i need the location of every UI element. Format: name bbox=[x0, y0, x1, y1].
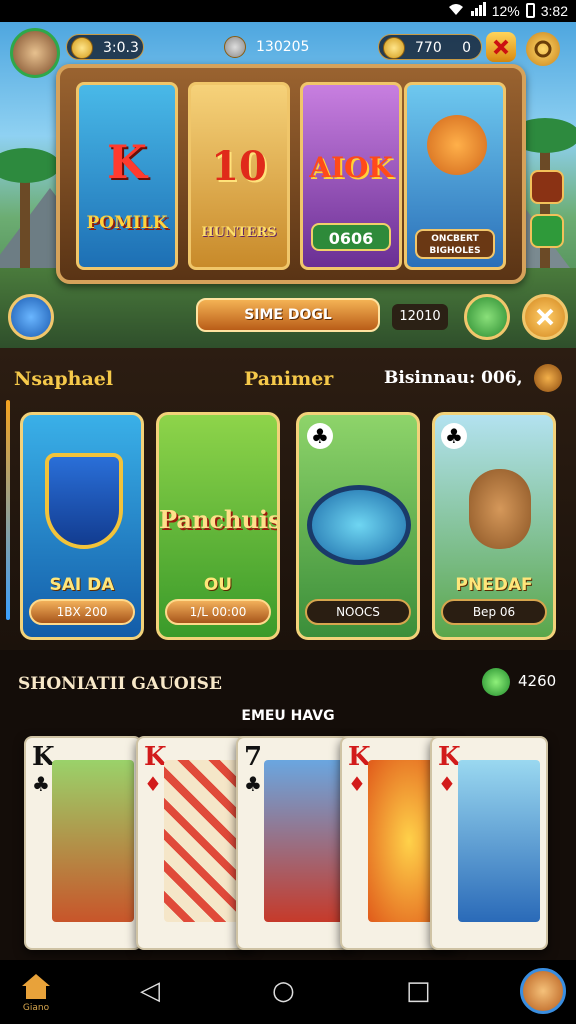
home-house-icon[interactable] bbox=[8, 294, 54, 340]
wifi-icon bbox=[448, 2, 464, 19]
game-card-1-button[interactable]: 1BX 200 bbox=[29, 599, 135, 625]
nav-home-label: Giano bbox=[22, 1003, 50, 1013]
shop-icon[interactable] bbox=[530, 170, 564, 204]
playing-card-5[interactable]: K ♦ bbox=[430, 736, 548, 950]
card-2-suit: ♦ bbox=[144, 772, 162, 796]
scroll-indicator bbox=[6, 400, 10, 620]
game-card-2[interactable]: Panchuis OU 1/L 00:00 bbox=[156, 412, 280, 640]
reward-icon[interactable] bbox=[534, 364, 562, 392]
fish-character-icon bbox=[427, 115, 487, 175]
game-card-4[interactable]: ♣ PNEDAF Bep 06 bbox=[432, 412, 556, 640]
clock: 3:82 bbox=[540, 2, 568, 19]
reel-2-label: HUNTERS bbox=[201, 225, 277, 240]
back-triangle-icon[interactable]: ◁ bbox=[140, 976, 160, 1006]
wrench-icon bbox=[224, 36, 246, 58]
timer-value: 3:0.3 bbox=[103, 40, 139, 56]
play-arrow-icon[interactable] bbox=[530, 214, 564, 248]
spin-value: 12010 bbox=[392, 304, 448, 330]
game-card-1-caption: SAI DA bbox=[49, 575, 115, 595]
slot-reel-1[interactable]: K POMILK bbox=[76, 82, 178, 270]
playing-card-3[interactable]: 7 ♣ bbox=[236, 736, 354, 950]
pond-icon bbox=[307, 485, 411, 565]
game-card-2-button[interactable]: 1/L 00:00 bbox=[165, 599, 271, 625]
nav-home-button[interactable]: Giano bbox=[18, 972, 54, 1013]
game-card-4-button[interactable]: Bep 06 bbox=[441, 599, 547, 625]
battery-icon bbox=[525, 3, 535, 18]
game-card-3[interactable]: ♣ NOOCS bbox=[296, 412, 420, 640]
playing-card-1[interactable]: K ♣ bbox=[24, 736, 142, 950]
trash-icon[interactable] bbox=[464, 294, 510, 340]
battery-text: 12% bbox=[491, 2, 520, 19]
profile-avatar[interactable] bbox=[520, 968, 566, 1014]
spin-button[interactable]: SIME DOGL bbox=[196, 298, 380, 332]
bear-character-icon bbox=[469, 469, 531, 549]
top-hud: 3:0.3 130205 770 0 bbox=[0, 28, 576, 78]
game-screen: 12% 3:82 3:0.3 130205 770 0 K POMILK 10 … bbox=[0, 0, 576, 1024]
close-x-icon[interactable] bbox=[522, 294, 568, 340]
hand-title: SHONIATII GAUOISE bbox=[18, 674, 222, 694]
signal-icon bbox=[470, 2, 486, 19]
home-circle-icon[interactable]: ○ bbox=[272, 976, 295, 1006]
shield-icon bbox=[45, 453, 123, 549]
slot-machine-frame: K POMILK 10 HUNTERS AIOK 0606 ONCBERT BI… bbox=[56, 64, 526, 284]
card-1-suit: ♣ bbox=[32, 772, 50, 796]
timer-pill: 3:0.3 bbox=[66, 34, 144, 60]
card-4-suit: ♦ bbox=[348, 772, 366, 796]
house-icon bbox=[22, 974, 50, 999]
game-card-2-title: Panchuis bbox=[159, 505, 280, 534]
card-5-suit: ♦ bbox=[438, 772, 456, 796]
player-avatar[interactable] bbox=[10, 28, 60, 78]
coin-icon bbox=[71, 37, 93, 59]
status-bar: 12% 3:82 bbox=[0, 0, 576, 22]
coin-value: 770 bbox=[415, 40, 442, 56]
diamonds-art-icon bbox=[164, 760, 246, 922]
reel-1-label: POMILK bbox=[86, 213, 168, 233]
reel-2-symbol: 10 bbox=[211, 143, 267, 190]
reel-3-badge: 0606 bbox=[311, 223, 391, 251]
club-suit-icon-2: ♣ bbox=[441, 423, 467, 449]
recents-square-icon[interactable]: □ bbox=[406, 976, 431, 1006]
shark-art-icon bbox=[458, 760, 540, 922]
score-pill: 130205 bbox=[220, 34, 310, 60]
club-suit-icon: ♣ bbox=[307, 423, 333, 449]
game-card-2-caption: OU bbox=[203, 575, 233, 595]
settings-gear-icon[interactable] bbox=[526, 32, 560, 66]
slot-scene: 3:0.3 130205 770 0 K POMILK 10 HUNTERS A… bbox=[0, 22, 576, 348]
section-label-center: Panimer bbox=[244, 368, 334, 390]
shark-king-art-icon bbox=[264, 760, 346, 922]
coin-balance[interactable]: 770 0 bbox=[378, 34, 482, 60]
card-3-rank: 7 bbox=[244, 742, 263, 772]
reel-4-label: ONCBERT BIGHOLES bbox=[415, 229, 495, 259]
navigation-bar: Giano ◁ ○ □ bbox=[0, 960, 576, 1024]
games-section: Nsaphael Panimer Bisinnau: 006, SAI DA 1… bbox=[0, 348, 576, 650]
reel-3-symbol: AIOK bbox=[309, 151, 393, 184]
palm-tree-right bbox=[510, 118, 576, 288]
section-label-left: Nsaphael bbox=[14, 368, 114, 390]
wizard-art-icon bbox=[52, 760, 134, 922]
coin-extra: 0 bbox=[462, 40, 471, 56]
score-value: 130205 bbox=[256, 39, 310, 55]
gold-coin-icon bbox=[383, 37, 405, 59]
game-card-3-button[interactable]: NOOCS bbox=[305, 599, 411, 625]
hand-subtitle: EMEU HAVG bbox=[241, 708, 335, 724]
section-label-right: Bisinnau: 006, bbox=[384, 368, 523, 388]
card-hand-section: SHONIATII GAUOISE 4260 EMEU HAVG K ♣ K ♦… bbox=[0, 650, 576, 960]
slot-reel-2[interactable]: 10 HUNTERS bbox=[188, 82, 290, 270]
slot-reel-3[interactable]: AIOK 0606 bbox=[300, 82, 402, 270]
game-card-4-caption: PNEDAF bbox=[455, 575, 533, 595]
close-icon[interactable] bbox=[486, 32, 516, 62]
slot-reel-4[interactable]: ONCBERT BIGHOLES bbox=[404, 82, 506, 270]
hand-value: 4260 bbox=[518, 672, 557, 690]
reel-1-symbol: K bbox=[107, 135, 147, 189]
game-card-1[interactable]: SAI DA 1BX 200 bbox=[20, 412, 144, 640]
card-3-suit: ♣ bbox=[244, 772, 262, 796]
gem-icon bbox=[482, 668, 510, 696]
